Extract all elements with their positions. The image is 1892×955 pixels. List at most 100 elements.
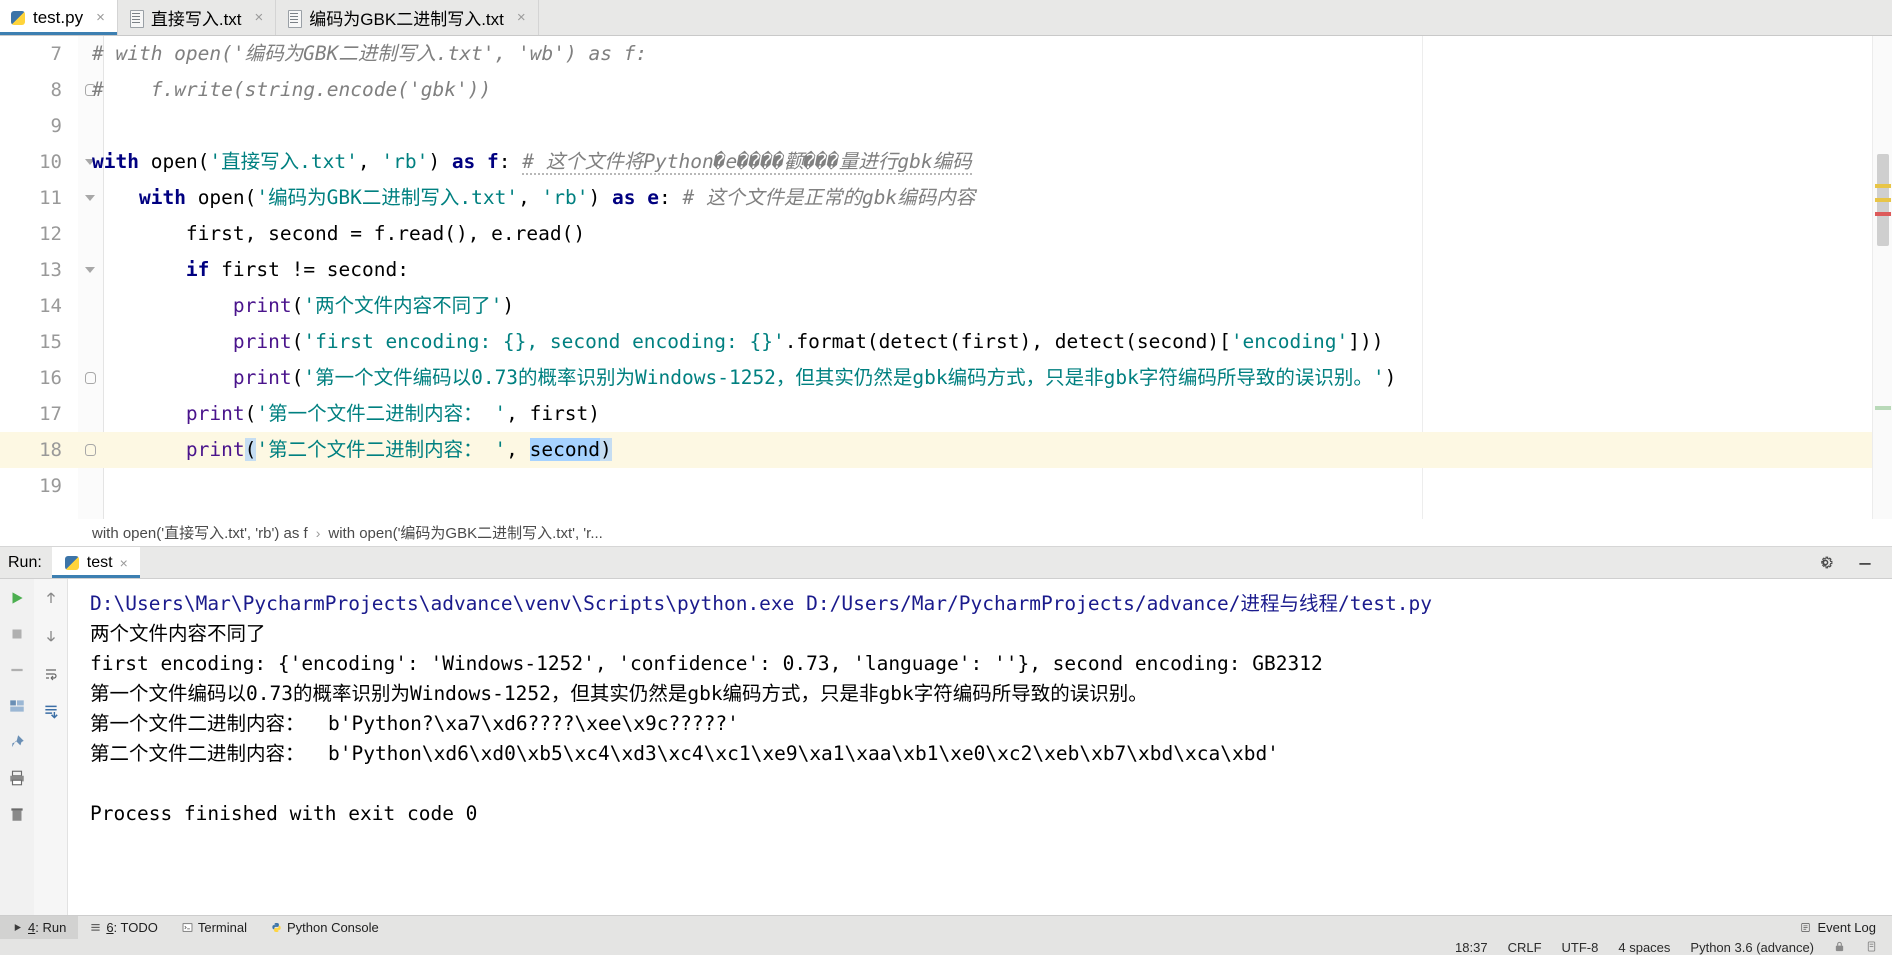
line-number: 17 bbox=[39, 403, 62, 425]
run-toolbar-actions bbox=[0, 579, 34, 915]
rerun-button[interactable] bbox=[6, 587, 28, 609]
hide-icon[interactable] bbox=[1866, 940, 1878, 954]
resume-button[interactable] bbox=[6, 659, 28, 681]
code-line[interactable]: 10 with open('直接写入.txt', 'rb') as f: # 这… bbox=[0, 144, 1892, 180]
tool-window-todo[interactable]: 6: TODO bbox=[78, 916, 170, 939]
status-encoding[interactable]: UTF-8 bbox=[1562, 940, 1599, 955]
code-editor[interactable]: 7 # with open('编码为GBK二进制写入.txt', 'wb') a… bbox=[0, 36, 1892, 519]
text-file-icon bbox=[286, 9, 303, 28]
status-indent[interactable]: 4 spaces bbox=[1618, 940, 1670, 955]
editor-marker-warning[interactable] bbox=[1875, 198, 1891, 202]
code-line[interactable]: 17 print('第一个文件二进制内容： ', first) bbox=[0, 396, 1892, 432]
close-icon[interactable]: × bbox=[96, 9, 105, 26]
tool-window-python-console[interactable]: Python Console bbox=[259, 916, 391, 939]
editor-tab-direct-write-txt[interactable]: 直接写入.txt × bbox=[117, 0, 277, 35]
tool-window-bar: 4: Run 6: TODO Terminal Python Console E… bbox=[0, 915, 1892, 939]
code-line[interactable]: 15 print('first encoding: {}, second enc… bbox=[0, 324, 1892, 360]
editor-tab-test-py[interactable]: test.py × bbox=[0, 0, 118, 35]
delete-button[interactable] bbox=[6, 803, 28, 825]
tool-window-todo-num: 6 bbox=[106, 920, 114, 935]
pin-button[interactable] bbox=[6, 731, 28, 753]
code-line[interactable]: 13 if first != second: bbox=[0, 252, 1892, 288]
chevron-right-icon: › bbox=[315, 524, 321, 541]
console-line-exit-status: Process finished with exit code 0 bbox=[90, 802, 478, 825]
code-line[interactable]: 8 # f.write(string.encode('gbk')) bbox=[0, 72, 1892, 108]
run-tab-test[interactable]: test × bbox=[51, 547, 140, 578]
tool-window-todo-label: : TODO bbox=[113, 920, 158, 935]
line-number: 16 bbox=[39, 367, 62, 389]
stop-button[interactable] bbox=[6, 623, 28, 645]
tool-window-run[interactable]: 4: Run bbox=[0, 916, 79, 939]
print-button[interactable] bbox=[6, 767, 28, 789]
editor-tab-label: test.py bbox=[33, 7, 84, 27]
console-line: first encoding: {'encoding': 'Windows-12… bbox=[90, 652, 1323, 675]
tool-window-python-console-label: Python Console bbox=[286, 920, 379, 935]
editor-tab-gbk-binary-write-txt[interactable]: 编码为GBK二进制写入.txt × bbox=[276, 0, 539, 35]
code-line[interactable]: 12 first, second = f.read(), e.read() bbox=[0, 216, 1892, 252]
run-label: Run: bbox=[8, 553, 42, 571]
line-content: if first != second: bbox=[185, 258, 409, 281]
code-line[interactable]: 7 # with open('编码为GBK二进制写入.txt', 'wb') a… bbox=[0, 36, 1892, 72]
close-icon[interactable]: × bbox=[255, 9, 264, 26]
close-icon[interactable]: × bbox=[517, 9, 526, 26]
line-content: first, second = f.read(), e.read() bbox=[92, 222, 586, 245]
code-line[interactable]: 9 bbox=[0, 108, 1892, 144]
close-icon[interactable]: × bbox=[120, 555, 128, 571]
minimize-icon[interactable] bbox=[1854, 552, 1876, 574]
soft-wrap-button[interactable] bbox=[40, 663, 62, 685]
line-content: print('第一个文件编码以0.73的概率识别为Windows-1252，但其… bbox=[232, 366, 1397, 389]
event-log-button[interactable]: Event Log bbox=[1800, 920, 1892, 935]
tool-window-terminal[interactable]: Terminal bbox=[170, 916, 259, 939]
lock-icon[interactable] bbox=[1834, 940, 1846, 954]
terminal-icon bbox=[182, 923, 193, 932]
line-number: 14 bbox=[39, 295, 62, 317]
breadcrumb-item-inner[interactable]: with open('编码为GBK二进制写入.txt', 'r... bbox=[328, 522, 602, 543]
line-number: 7 bbox=[50, 43, 62, 65]
editor-tab-label: 直接写入.txt bbox=[150, 10, 242, 29]
line-content: print('第二个文件二进制内容： ', second) bbox=[185, 438, 612, 461]
line-number: 18 bbox=[39, 439, 62, 461]
layout-button[interactable] bbox=[6, 695, 28, 717]
line-content: # with open('编码为GBK二进制写入.txt', 'wb') as … bbox=[92, 42, 648, 65]
code-line[interactable]: 11 with open('编码为GBK二进制写入.txt', 'rb') as… bbox=[0, 180, 1892, 216]
code-line-current[interactable]: 18 print('第二个文件二进制内容： ', second) bbox=[0, 432, 1892, 468]
line-number: 10 bbox=[39, 151, 62, 173]
down-arrow-button[interactable] bbox=[40, 625, 62, 647]
breadcrumb: with open('直接写入.txt', 'rb') as f › with … bbox=[0, 519, 1892, 547]
event-log-label: Event Log bbox=[1817, 920, 1876, 935]
editor-marker-error[interactable] bbox=[1875, 212, 1891, 216]
console-line-command: D:\Users\Mar\PycharmProjects\advance\ven… bbox=[90, 592, 1432, 615]
editor-marker-warning[interactable] bbox=[1875, 184, 1891, 188]
editor-tab-label: 编码为GBK二进制写入.txt bbox=[309, 10, 504, 29]
gear-icon[interactable] bbox=[1814, 552, 1836, 574]
scroll-to-end-button[interactable] bbox=[40, 701, 62, 723]
editor-marker-info[interactable] bbox=[1875, 406, 1891, 410]
run-console[interactable]: D:\Users\Mar\PycharmProjects\advance\ven… bbox=[0, 579, 1892, 915]
list-icon bbox=[91, 924, 100, 931]
up-arrow-button[interactable] bbox=[40, 587, 62, 609]
line-number: 8 bbox=[50, 79, 62, 101]
line-number: 15 bbox=[39, 331, 62, 353]
status-time: 18:37 bbox=[1455, 939, 1488, 955]
run-tool-window-header: Run: test × bbox=[0, 547, 1892, 579]
line-number: 11 bbox=[39, 187, 62, 209]
event-log-icon bbox=[1801, 923, 1811, 932]
code-line[interactable]: 14 print('两个文件内容不同了') bbox=[0, 288, 1892, 324]
line-number: 9 bbox=[50, 115, 62, 137]
status-interpreter[interactable]: Python 3.6 (advance) bbox=[1690, 940, 1814, 955]
code-line[interactable]: 19 bbox=[0, 468, 1892, 504]
status-line-separator[interactable]: CRLF bbox=[1508, 940, 1542, 955]
console-line: 两个文件内容不同了 bbox=[90, 622, 266, 645]
line-number: 12 bbox=[39, 223, 62, 245]
console-output: D:\Users\Mar\PycharmProjects\advance\ven… bbox=[68, 579, 1892, 915]
console-line: 第一个文件二进制内容： b'Python?\xa7\xd6????\xee\x9… bbox=[90, 712, 739, 735]
breadcrumb-item-outer[interactable]: with open('直接写入.txt', 'rb') as f bbox=[92, 522, 308, 543]
line-content: print('first encoding: {}, second encodi… bbox=[232, 330, 1384, 353]
editor-scrollbar[interactable] bbox=[1872, 36, 1892, 519]
line-content: print('第一个文件二进制内容： ', first) bbox=[185, 402, 601, 425]
console-line: 第二个文件二进制内容： b'Python\xd6\xd0\xb5\xc4\xd3… bbox=[90, 742, 1279, 765]
code-line[interactable]: 16 print('第一个文件编码以0.73的概率识别为Windows-1252… bbox=[0, 360, 1892, 396]
line-content: # f.write(string.encode('gbk')) bbox=[92, 78, 492, 101]
run-tab-label: test bbox=[86, 553, 113, 571]
python-file-icon bbox=[10, 9, 26, 27]
